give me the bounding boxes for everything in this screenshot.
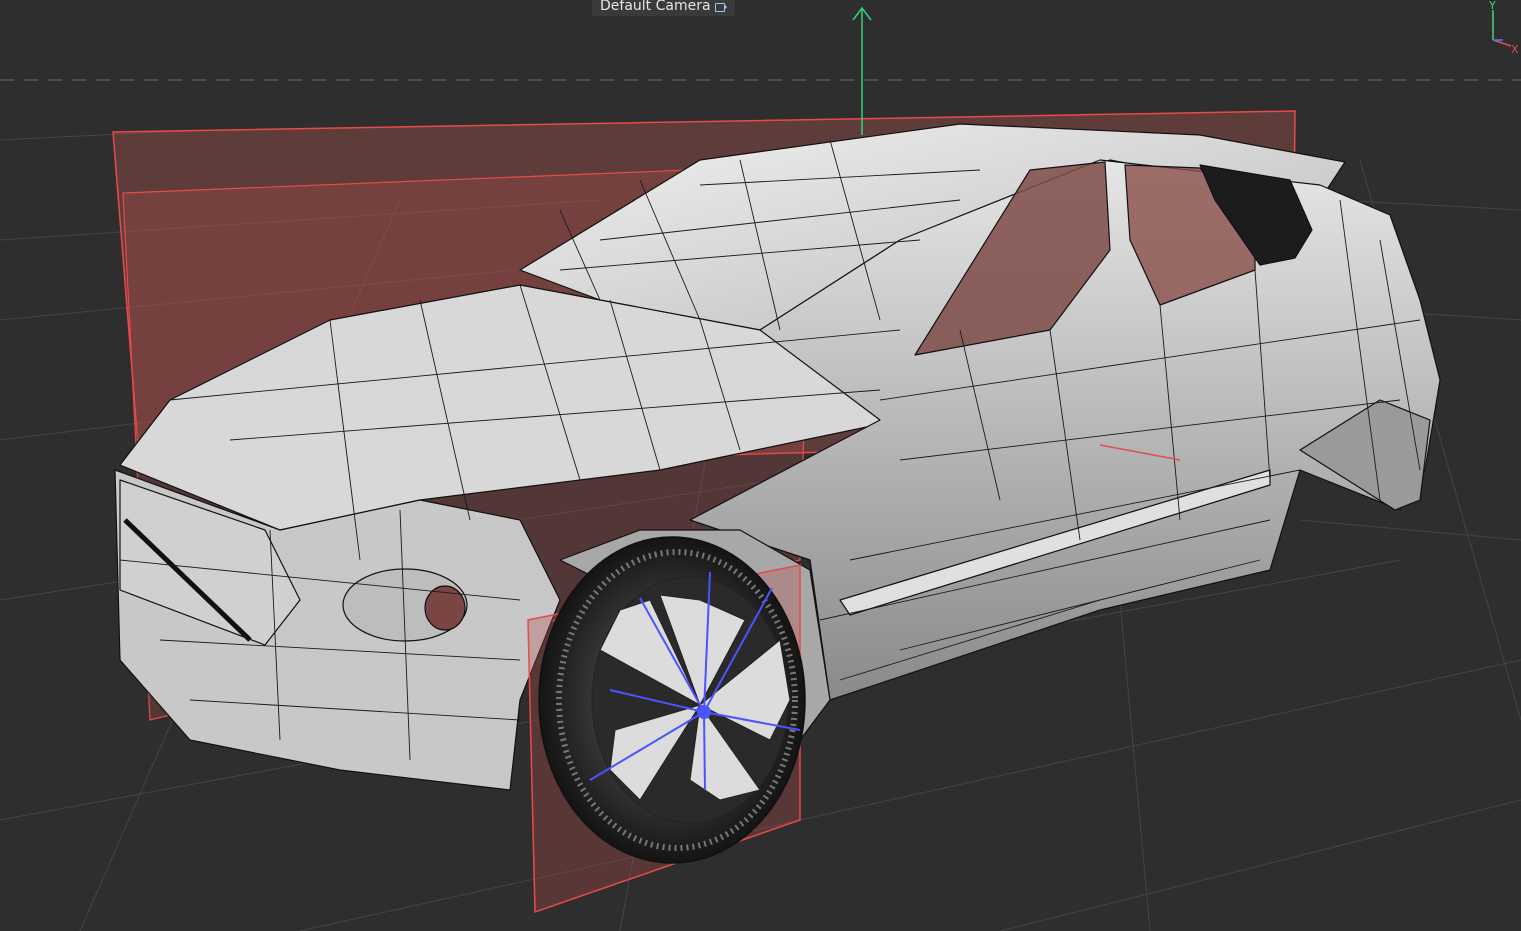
axis-orientation-widget: Y X (1481, 0, 1521, 60)
x-axis-label: X (1511, 43, 1519, 56)
y-axis-label: Y (1489, 0, 1496, 12)
camera-name: Default Camera (600, 0, 711, 14)
scene-canvas[interactable] (0, 0, 1521, 931)
front-wheel[interactable] (538, 536, 806, 864)
3d-viewport[interactable]: Default Camera Y X (0, 0, 1521, 931)
x-axis-line (1492, 39, 1512, 47)
camera-selector[interactable]: Default Camera (592, 0, 735, 16)
camera-icon (714, 1, 727, 12)
